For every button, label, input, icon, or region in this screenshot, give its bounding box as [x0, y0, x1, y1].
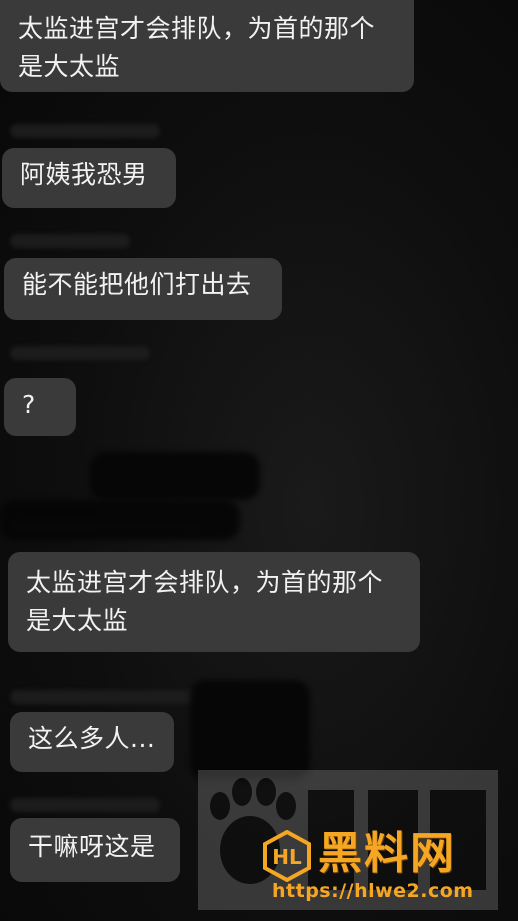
redaction-smudge — [190, 680, 310, 780]
message-bubble[interactable]: 能不能把他们打出去 — [4, 258, 282, 320]
redaction-smudge — [0, 500, 240, 540]
message-bubble[interactable]: 太监进宫才会排队，为首的那个 是大太监 — [8, 552, 420, 652]
sender-name-blurred — [10, 798, 160, 812]
svg-text:HL: HL — [272, 845, 302, 869]
message-bubble[interactable]: 太监进宫才会排队，为首的那个 是大太监 — [0, 0, 414, 92]
sender-name-blurred — [10, 124, 160, 138]
message-bubble[interactable]: 阿姨我恐男 — [2, 148, 176, 208]
sender-name-blurred — [10, 234, 130, 248]
redaction-smudge — [90, 452, 260, 500]
message-bubble[interactable]: 这么多人... — [10, 712, 174, 772]
message-bubble[interactable]: ? — [4, 378, 76, 436]
chat-screen: 太监进宫才会排队，为首的那个 是大太监 阿姨我恐男 能不能把他们打出去 ? 太监… — [0, 0, 518, 921]
message-bubble[interactable]: 干嘛呀这是 — [10, 818, 180, 882]
site-url: https://hlwe2.com — [272, 880, 474, 902]
hl-logo-icon: HL — [262, 829, 312, 883]
site-watermark: HL 黑料网 https://hlwe2.com — [262, 822, 512, 914]
site-name: 黑料网 — [318, 828, 456, 879]
sender-name-blurred — [10, 690, 200, 704]
sender-name-blurred — [10, 346, 150, 360]
